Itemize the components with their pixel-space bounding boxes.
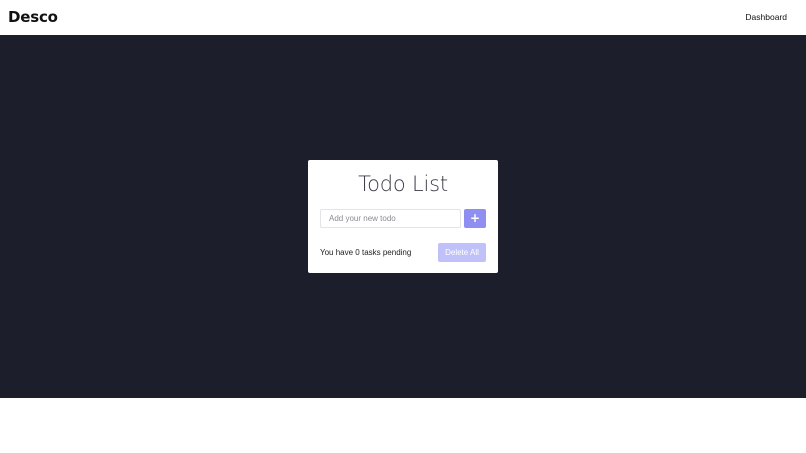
todo-card-title: Todo List — [358, 172, 448, 196]
pending-tasks-text: You have 0 tasks pending — [320, 248, 412, 257]
todo-card: Todo List + You have 0 tasks pending Del… — [308, 160, 498, 273]
nav-link-dashboard[interactable]: Dashboard — [745, 12, 787, 22]
delete-all-button[interactable]: Delete All — [438, 243, 486, 262]
new-todo-input[interactable] — [320, 209, 461, 228]
top-navbar: Desco Dashboard — [0, 0, 806, 35]
main-hero-section: Todo List + You have 0 tasks pending Del… — [0, 35, 806, 398]
brand-logo[interactable]: Desco — [8, 8, 58, 26]
add-todo-button[interactable]: + — [464, 209, 486, 228]
plus-icon: + — [469, 211, 481, 225]
